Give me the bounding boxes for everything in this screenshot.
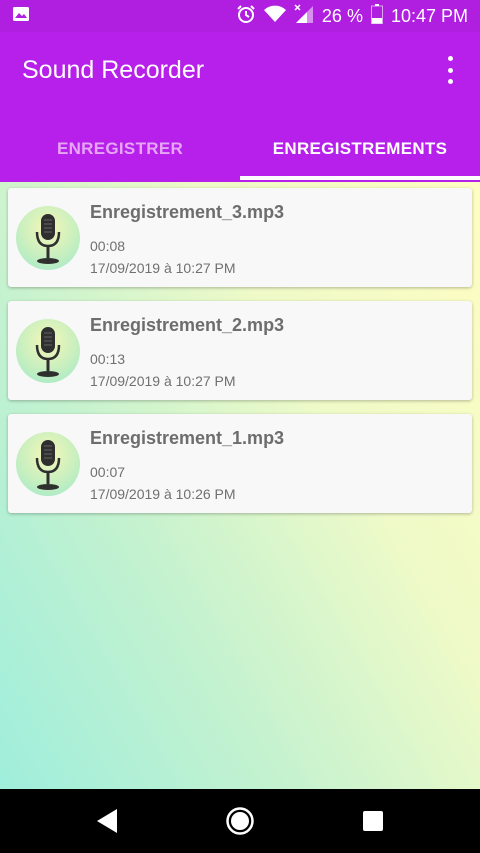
- recording-name: Enregistrement_1.mp3: [90, 428, 285, 448]
- image-notification-icon: [12, 6, 30, 27]
- more-vertical-icon[interactable]: [440, 56, 460, 84]
- alarm-icon: [236, 4, 256, 29]
- tab-enregistrements[interactable]: ENREGISTREMENTS: [240, 118, 480, 180]
- recents-icon[interactable]: [333, 789, 413, 853]
- home-icon[interactable]: [200, 789, 280, 853]
- navigation-bar: [0, 789, 480, 853]
- list-item[interactable]: Enregistrement_3.mp3 00:08 17/09/2019 à …: [8, 188, 472, 287]
- recording-duration: 00:13: [90, 351, 126, 367]
- tab-enregistrer[interactable]: ENREGISTRER: [0, 118, 240, 180]
- recordings-list: Enregistrement_3.mp3 00:08 17/09/2019 à …: [0, 182, 480, 789]
- microphone-icon: [16, 206, 80, 270]
- list-item[interactable]: Enregistrement_2.mp3 00:13 17/09/2019 à …: [8, 301, 472, 400]
- app-title: Sound Recorder: [22, 56, 205, 84]
- recording-name: Enregistrement_3.mp3: [90, 202, 285, 222]
- recording-duration: 00:08: [90, 238, 126, 254]
- status-time: 10:47 PM: [390, 5, 468, 26]
- microphone-icon: [16, 319, 80, 383]
- recording-duration: 00:07: [90, 464, 126, 480]
- wifi-icon: [263, 5, 286, 28]
- recording-name: Enregistrement_2.mp3: [90, 315, 285, 335]
- battery-percent: 26 %: [321, 5, 363, 26]
- app-bar: Sound Recorder ENREGISTRER ENREGISTREMEN…: [0, 32, 480, 182]
- microphone-icon: [16, 432, 80, 496]
- cell-signal-icon: [294, 3, 314, 29]
- battery-icon: [370, 3, 383, 29]
- status-bar: 26 % 10:47 PM: [0, 0, 480, 32]
- recording-date: 17/09/2019 à 10:26 PM: [90, 486, 236, 502]
- recording-date: 17/09/2019 à 10:27 PM: [90, 260, 236, 276]
- back-icon[interactable]: [67, 789, 147, 853]
- list-item[interactable]: Enregistrement_1.mp3 00:07 17/09/2019 à …: [8, 414, 472, 513]
- recording-date: 17/09/2019 à 10:27 PM: [90, 373, 236, 389]
- tab-bar: ENREGISTRER ENREGISTREMENTS: [0, 118, 480, 180]
